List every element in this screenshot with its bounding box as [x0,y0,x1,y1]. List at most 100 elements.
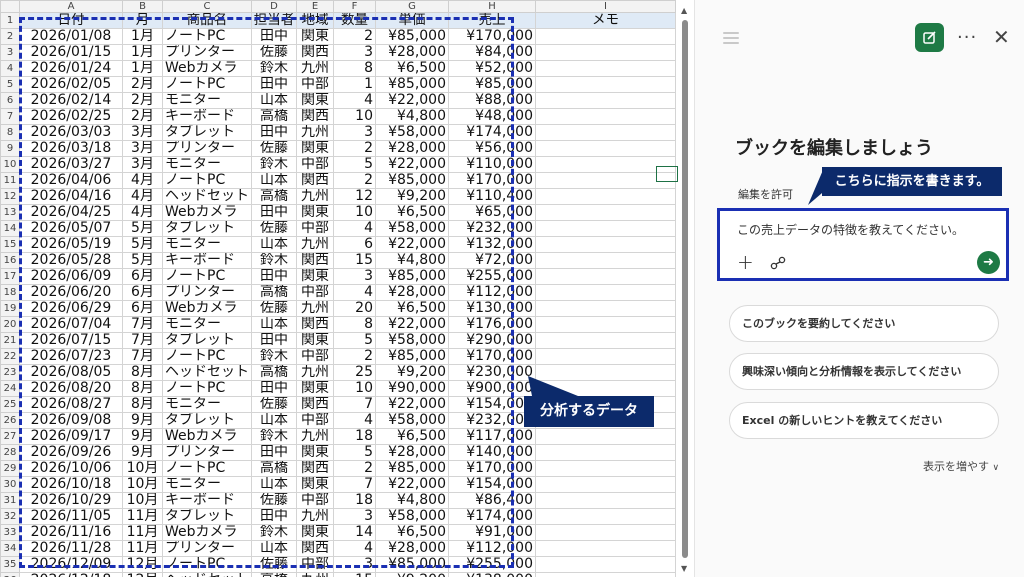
data-cell[interactable]: 中部 [296,220,334,237]
data-cell[interactable]: 10 [333,108,376,125]
row-header[interactable]: 12 [0,188,20,205]
memo-cell[interactable] [535,60,676,77]
row-header[interactable]: 9 [0,140,20,157]
data-cell[interactable]: 2026/09/08 [19,412,123,429]
data-cell[interactable]: 佐藤 [251,492,297,509]
data-cell[interactable]: ¥170,000 [448,460,536,477]
data-cell[interactable]: ¥232,000 [448,412,536,429]
row-header[interactable]: 5 [0,76,20,93]
data-cell[interactable]: プリンター [162,444,252,461]
data-cell[interactable]: タブレット [162,124,252,141]
data-cell[interactable]: 4月 [122,204,163,221]
data-cell[interactable]: 九州 [296,364,334,381]
row-header[interactable]: 31 [0,492,20,509]
data-cell[interactable]: 田中 [251,204,297,221]
column-header-a[interactable]: A [19,0,123,13]
data-cell[interactable]: ¥112,000 [448,284,536,301]
memo-cell[interactable] [535,268,676,285]
memo-cell[interactable] [535,460,676,477]
data-cell[interactable]: 4 [333,284,376,301]
data-cell[interactable]: プリンター [162,284,252,301]
data-cell[interactable]: 2026/02/05 [19,76,123,93]
data-cell[interactable]: モニター [162,316,252,333]
data-cell[interactable]: 佐藤 [251,44,297,61]
memo-cell[interactable] [535,108,676,125]
data-cell[interactable]: 18 [333,492,376,509]
data-cell[interactable]: 9月 [122,444,163,461]
data-cell[interactable]: 九州 [296,236,334,253]
data-cell[interactable]: ¥72,000 [448,252,536,269]
send-arrow-icon[interactable]: ➜ [977,251,1000,274]
data-cell[interactable]: 1月 [122,60,163,77]
column-header-c[interactable]: C [162,0,252,13]
data-cell[interactable]: 関西 [296,252,334,269]
data-cell[interactable]: 佐藤 [251,220,297,237]
data-cell[interactable]: キーボード [162,492,252,509]
row-header[interactable]: 25 [0,396,20,413]
data-cell[interactable]: ノートPC [162,460,252,477]
memo-cell[interactable] [535,556,676,573]
data-cell[interactable]: 2026/01/24 [19,60,123,77]
data-cell[interactable]: 鈴木 [251,348,297,365]
row-header[interactable]: 33 [0,524,20,541]
data-cell[interactable]: ¥85,000 [375,460,449,477]
data-cell[interactable]: 4 [333,92,376,109]
data-cell[interactable]: Webカメラ [162,428,252,445]
plus-icon[interactable]: + [737,250,754,274]
data-cell[interactable]: 2026/03/03 [19,124,123,141]
memo-cell[interactable] [535,76,676,93]
data-cell[interactable]: 山本 [251,92,297,109]
data-cell[interactable]: ¥58,000 [375,220,449,237]
data-cell[interactable]: 2 [333,140,376,157]
data-cell[interactable]: ¥4,800 [375,492,449,509]
data-cell[interactable]: 高橋 [251,364,297,381]
memo-cell[interactable] [535,572,676,577]
memo-cell[interactable] [535,220,676,237]
data-cell[interactable]: ¥85,000 [375,268,449,285]
row-header[interactable]: 2 [0,28,20,45]
data-cell[interactable]: ノートPC [162,348,252,365]
data-cell[interactable]: ¥28,000 [375,540,449,557]
data-cell[interactable]: 2026/11/16 [19,524,123,541]
data-cell[interactable]: ¥6,500 [375,300,449,317]
data-cell[interactable]: ¥110,000 [448,156,536,173]
data-cell[interactable]: 11月 [122,524,163,541]
data-cell[interactable]: Webカメラ [162,60,252,77]
data-cell[interactable]: ¥85,000 [375,76,449,93]
memo-cell[interactable] [535,92,676,109]
data-cell[interactable]: 3 [333,44,376,61]
data-cell[interactable]: 7 [333,476,376,493]
data-cell[interactable]: モニター [162,92,252,109]
data-cell[interactable]: 2026/03/27 [19,156,123,173]
row-header[interactable]: 27 [0,428,20,445]
data-cell[interactable]: ¥9,200 [375,364,449,381]
data-cell[interactable]: 2026/02/25 [19,108,123,125]
data-cell[interactable]: 2 [333,28,376,45]
scroll-up-arrow-icon[interactable]: ▲ [681,6,687,15]
data-cell[interactable]: 7月 [122,316,163,333]
data-cell[interactable]: ¥22,000 [375,156,449,173]
data-cell[interactable]: 18 [333,428,376,445]
data-cell[interactable]: 山本 [251,412,297,429]
data-cell[interactable]: 2 [333,460,376,477]
data-cell[interactable]: ¥58,000 [375,332,449,349]
data-cell[interactable]: ¥85,000 [448,76,536,93]
row-header[interactable]: 11 [0,172,20,189]
data-cell[interactable]: モニター [162,156,252,173]
data-cell[interactable]: 2026/06/20 [19,284,123,301]
header-cell[interactable]: 日付 [19,12,123,29]
data-cell[interactable]: 九州 [296,60,334,77]
data-cell[interactable]: 4 [333,412,376,429]
data-cell[interactable]: 九州 [296,124,334,141]
row-header[interactable]: 20 [0,316,20,333]
data-cell[interactable]: ¥22,000 [375,396,449,413]
memo-cell[interactable] [535,444,676,461]
data-cell[interactable]: 5 [333,332,376,349]
suggestion-tips[interactable]: Excel の新しいヒントを教えてください [729,402,999,439]
data-cell[interactable]: 2026/07/04 [19,316,123,333]
data-cell[interactable]: 2026/07/15 [19,332,123,349]
data-cell[interactable]: 12月 [122,572,163,577]
column-header-e[interactable]: E [296,0,334,13]
data-cell[interactable]: ¥170,000 [448,28,536,45]
data-cell[interactable]: 田中 [251,508,297,525]
